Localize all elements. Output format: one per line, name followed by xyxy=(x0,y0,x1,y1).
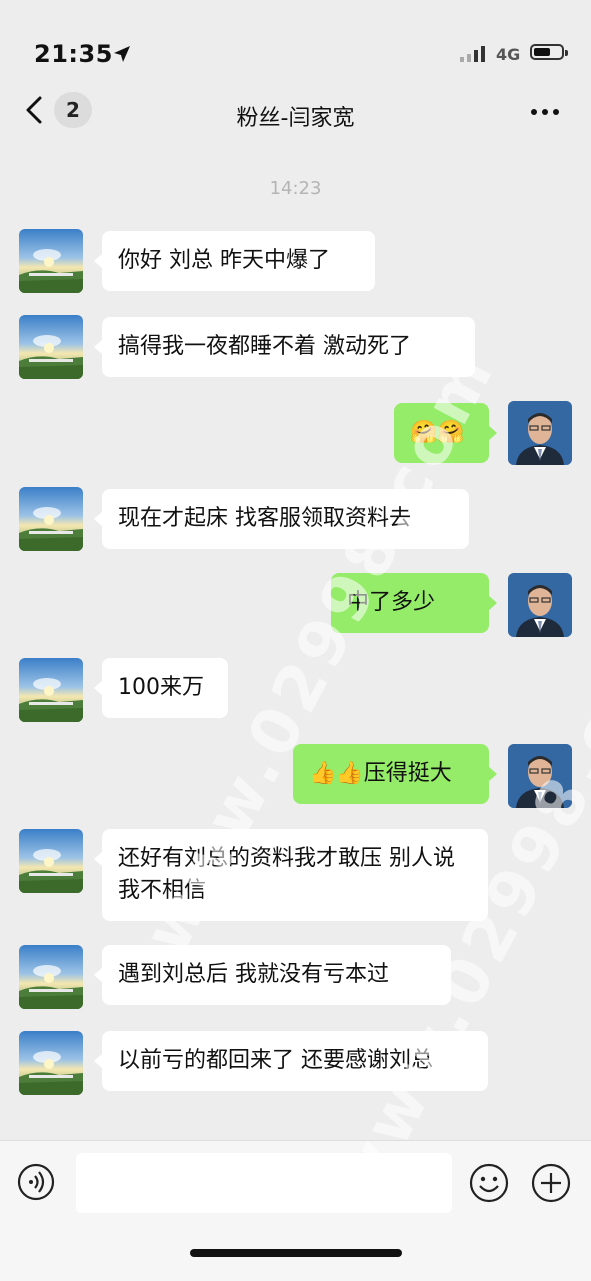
outgoing-message[interactable]: 🤗🤗 xyxy=(394,403,497,463)
avatar[interactable] xyxy=(19,658,83,722)
signal-icon xyxy=(460,46,485,62)
avatar[interactable] xyxy=(19,1031,83,1095)
incoming-message[interactable]: 你好 刘总 昨天中爆了 xyxy=(94,231,375,291)
outgoing-message[interactable]: 👍👍压得挺大 xyxy=(293,744,497,804)
emoji-icon[interactable] xyxy=(469,1163,509,1203)
avatar[interactable] xyxy=(508,573,572,637)
network-label: 4G xyxy=(496,45,521,64)
avatar[interactable] xyxy=(508,401,572,465)
incoming-message[interactable]: 100来万 xyxy=(94,658,228,718)
plus-icon[interactable] xyxy=(531,1163,571,1203)
avatar[interactable] xyxy=(19,829,83,893)
status-bar: 21:35 4G xyxy=(0,0,591,80)
location-arrow-icon xyxy=(114,46,130,62)
avatar[interactable] xyxy=(19,315,83,379)
voice-icon[interactable] xyxy=(17,1163,55,1201)
avatar[interactable] xyxy=(19,229,83,293)
chat-title: 粉丝-闫家宽 xyxy=(236,106,355,131)
incoming-message[interactable]: 以前亏的都回来了 还要感谢刘总 xyxy=(94,1031,488,1091)
message-input[interactable] xyxy=(76,1153,452,1213)
incoming-message[interactable]: 现在才起床 找客服领取资料去 xyxy=(94,489,469,549)
status-time: 21:35 xyxy=(34,40,113,68)
outgoing-message[interactable]: 中了多少 xyxy=(331,573,497,633)
chat-header: 2 粉丝-闫家宽 xyxy=(0,80,591,150)
incoming-message[interactable]: 遇到刘总后 我就没有亏本过 xyxy=(94,945,451,1005)
battery-icon xyxy=(530,44,568,60)
avatar[interactable] xyxy=(19,945,83,1009)
input-bar xyxy=(0,1140,591,1281)
home-indicator xyxy=(190,1249,402,1257)
more-icon[interactable] xyxy=(530,102,560,122)
avatar[interactable] xyxy=(508,744,572,808)
incoming-message[interactable]: 还好有刘总的资料我才敢压 别人说我不相信 xyxy=(94,829,488,921)
avatar[interactable] xyxy=(19,487,83,551)
message-timestamp: 14:23 xyxy=(269,178,322,199)
incoming-message[interactable]: 搞得我一夜都睡不着 激动死了 xyxy=(94,317,475,377)
